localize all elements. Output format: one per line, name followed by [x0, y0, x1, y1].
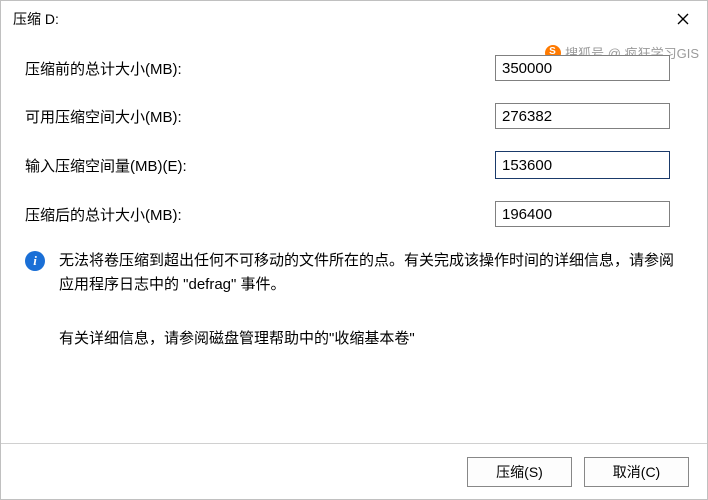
row-total-after: 压缩后的总计大小(MB): 196400 — [25, 201, 683, 227]
title-bar: 压缩 D: — [1, 1, 707, 37]
info-row: i 无法将卷压缩到超出任何不可移动的文件所在的点。有关完成该操作时间的详细信息，… — [25, 249, 683, 297]
dialog-content: 压缩前的总计大小(MB): 350000 可用压缩空间大小(MB): 27638… — [1, 37, 707, 443]
close-icon — [677, 13, 689, 25]
label-total-before: 压缩前的总计大小(MB): — [25, 58, 495, 79]
dialog-title: 压缩 D: — [13, 9, 59, 29]
detail-row: 有关详细信息，请参阅磁盘管理帮助中的"收缩基本卷" — [25, 327, 683, 351]
detail-text: 有关详细信息，请参阅磁盘管理帮助中的"收缩基本卷" — [59, 327, 683, 351]
info-icon: i — [25, 251, 45, 271]
shrink-button[interactable]: 压缩(S) — [467, 457, 572, 487]
value-total-after: 196400 — [495, 201, 670, 227]
close-button[interactable] — [663, 5, 703, 33]
label-available: 可用压缩空间大小(MB): — [25, 106, 495, 127]
label-input-amount: 输入压缩空间量(MB)(E): — [25, 155, 495, 176]
row-input-amount: 输入压缩空间量(MB)(E): — [25, 151, 683, 179]
info-text: 无法将卷压缩到超出任何不可移动的文件所在的点。有关完成该操作时间的详细信息，请参… — [59, 249, 683, 297]
row-available: 可用压缩空间大小(MB): 276382 — [25, 103, 683, 129]
value-total-before: 350000 — [495, 55, 670, 81]
shrink-amount-input[interactable] — [496, 152, 670, 178]
shrink-volume-dialog: 压缩 D: 搜狐号 @ 疯狂学习GIS 压缩前的总计大小(MB): 350000… — [0, 0, 708, 500]
row-total-before: 压缩前的总计大小(MB): 350000 — [25, 55, 683, 81]
cancel-button[interactable]: 取消(C) — [584, 457, 689, 487]
shrink-amount-spinner — [495, 151, 670, 179]
value-available: 276382 — [495, 103, 670, 129]
button-bar: 压缩(S) 取消(C) — [1, 443, 707, 499]
label-total-after: 压缩后的总计大小(MB): — [25, 204, 495, 225]
